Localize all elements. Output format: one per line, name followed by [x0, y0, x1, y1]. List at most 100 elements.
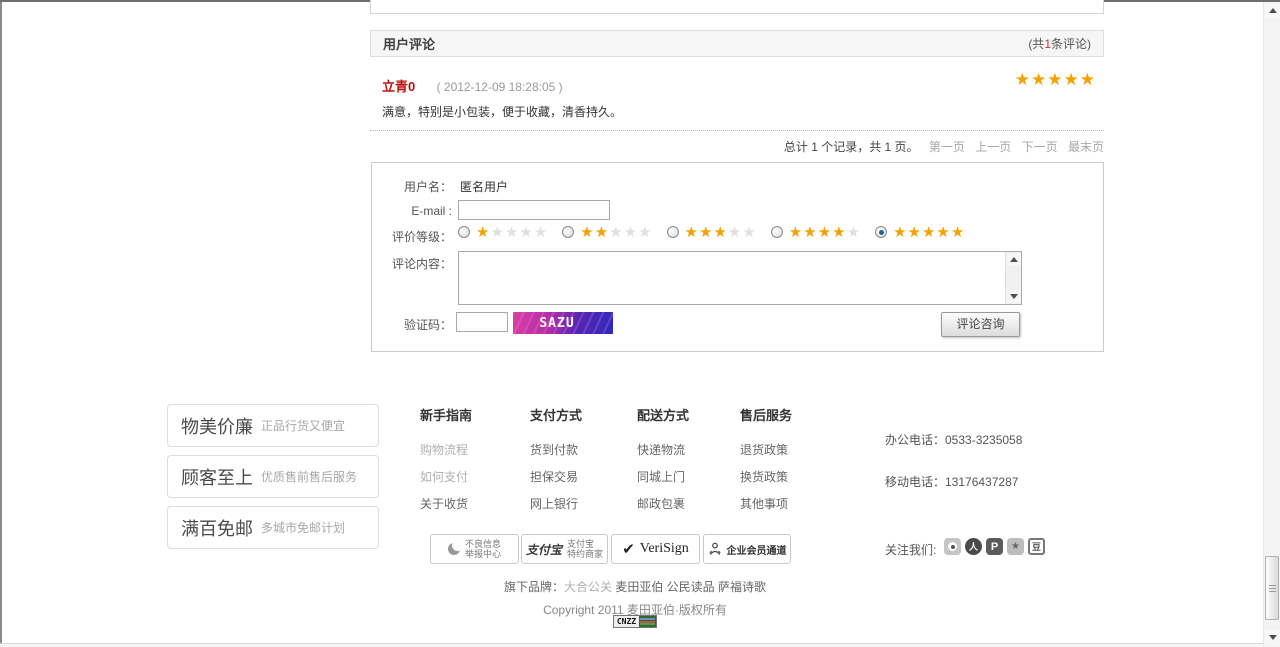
douban-icon[interactable]: 豆	[1028, 538, 1045, 555]
badge-alipay[interactable]: 支付宝 支付宝 特约商家	[521, 534, 608, 564]
captcha-image[interactable]: SAZU	[513, 312, 613, 334]
rating-options	[458, 223, 965, 241]
star-icon	[699, 224, 713, 241]
star-icon	[519, 224, 533, 241]
rating-radio-2[interactable]	[562, 226, 575, 238]
username-label: 用户名：	[403, 180, 452, 194]
comments-header: 用户评论 (共1条评论)	[370, 30, 1104, 57]
comment-form: 用户名： 匿名用户 E-mail : 评价等级： 评论内容：	[371, 162, 1104, 352]
sub-brands-line: 旗下品牌：大合公关 麦田亚伯 公民读品 萨福诗歌	[420, 578, 850, 595]
weibo-icon[interactable]	[944, 538, 961, 555]
alipay-logo-icon: 支付宝	[525, 542, 562, 557]
rating-label: 评价等级：	[391, 230, 452, 244]
rating-option-5[interactable]	[875, 223, 965, 241]
brand-links[interactable]: 麦田亚伯 公民读品 萨福诗歌	[615, 580, 766, 594]
star-icon	[893, 224, 907, 241]
star-icon	[490, 224, 504, 241]
mobile-phone: 移动电话：13176437287	[885, 475, 1019, 489]
badge-report-center[interactable]: 不良信息 举报中心	[430, 534, 519, 564]
star-icon	[624, 224, 638, 241]
star-icon	[1031, 70, 1047, 89]
comments-title: 用户评论	[383, 37, 436, 52]
content-label: 评论内容：	[391, 257, 452, 271]
scroll-up-button[interactable]	[1265, 3, 1280, 18]
submit-comment-button[interactable]: 评论咨询	[941, 312, 1020, 337]
star-icon	[847, 224, 861, 241]
footer-link[interactable]: 担保交易	[530, 464, 582, 491]
textarea-scrollbar[interactable]	[1005, 252, 1021, 304]
brand-link[interactable]: 大合公关	[564, 580, 612, 594]
star-icon	[936, 224, 950, 241]
person-icon	[708, 542, 721, 555]
star-icon	[742, 224, 756, 241]
arrow-up-icon	[1268, 8, 1277, 13]
pagination-prev[interactable]: 上一页	[975, 140, 1011, 154]
review-header: 立青0 ( 2012-12-09 18:28:05 )	[382, 76, 563, 95]
footer-col-guide: 新手指南 购物流程 如何支付 关于收货	[420, 405, 472, 518]
star-icon	[832, 224, 846, 241]
star-icon	[951, 224, 965, 241]
email-field[interactable]	[458, 200, 610, 220]
scroll-down-button[interactable]	[1265, 630, 1280, 645]
office-phone: 办公电话：0533-3235058	[885, 433, 1023, 447]
vertical-scrollbar[interactable]	[1263, 2, 1280, 647]
star-icon	[534, 224, 548, 241]
window-left-edge	[0, 2, 2, 644]
star-icon	[818, 224, 832, 241]
footer-link[interactable]: 货到付款	[530, 437, 582, 464]
rating-option-2[interactable]	[562, 223, 653, 241]
comments-count: (共1条评论)	[1028, 37, 1091, 51]
badge-verisign[interactable]: ✔ VeriSign	[611, 534, 700, 564]
footer-link[interactable]: 退货政策	[740, 437, 792, 464]
footer-link[interactable]: 购物流程	[420, 437, 472, 464]
captcha-input[interactable]	[456, 312, 508, 332]
star-icon	[908, 224, 922, 241]
social-icons: 人 P ★ 豆	[944, 538, 1045, 555]
footer-link[interactable]: 换货政策	[740, 464, 792, 491]
rating-option-4[interactable]	[770, 223, 861, 241]
follow-us-label: 关注我们:	[885, 543, 937, 557]
footer-link[interactable]: 同城上门	[637, 464, 689, 491]
pagination-last[interactable]: 最末页	[1068, 140, 1104, 154]
review-divider	[370, 130, 1104, 131]
feature-boxes: 物美价廉 正品行货又便宜 顾客至上 优质售前售后服务 满百免邮 多城市免邮计划	[167, 404, 379, 557]
footer-link[interactable]: 如何支付	[420, 464, 472, 491]
review-author: 立青0	[382, 79, 416, 94]
previous-section-box-bottom	[370, 0, 1104, 14]
cnzz-flag-icon	[639, 616, 657, 627]
footer-col-aftersale: 售后服务 退货政策 换货政策 其他事项	[740, 405, 792, 518]
rating-radio-3[interactable]	[666, 226, 679, 238]
footer-link[interactable]: 网上银行	[530, 491, 582, 518]
footer-link[interactable]: 其他事项	[740, 491, 792, 518]
footer-link[interactable]: 邮政包裹	[637, 491, 689, 518]
pagination-next[interactable]: 下一页	[1022, 140, 1058, 154]
qzone-icon[interactable]: ★	[1007, 538, 1024, 555]
rating-radio-1[interactable]	[458, 226, 470, 238]
contact-phones: 办公电话：0533-3235058 移动电话：13176437287	[885, 431, 1022, 490]
pengyou-icon[interactable]: P	[986, 538, 1003, 555]
scrollbar-thumb[interactable]	[1265, 556, 1279, 620]
star-icon	[609, 224, 623, 241]
check-icon: ✔	[622, 541, 635, 558]
star-icon	[1080, 70, 1096, 89]
star-icon	[713, 224, 727, 241]
pagination: 总计 1 个记录，共 1 页。 第一页 上一页 下一页 最末页	[370, 138, 1104, 155]
feature-box-quality: 物美价廉 正品行货又便宜	[167, 404, 379, 447]
rating-radio-5-selected[interactable]	[875, 226, 888, 238]
arrow-down-icon	[1268, 635, 1277, 640]
cnzz-counter-badge[interactable]: CNZZ	[612, 615, 658, 628]
brands-label: 旗下品牌：	[503, 580, 564, 594]
pagination-first[interactable]: 第一页	[929, 140, 965, 154]
comment-textarea[interactable]	[459, 252, 1021, 304]
footer-link[interactable]: 快递物流	[637, 437, 689, 464]
star-icon	[1064, 70, 1080, 89]
rating-radio-4[interactable]	[770, 226, 783, 238]
rating-option-3[interactable]	[666, 223, 757, 241]
badge-enterprise-member[interactable]: 企业会员通道	[703, 534, 791, 564]
feature-box-service: 顾客至上 优质售前售后服务	[167, 455, 379, 498]
footer-col-payment: 支付方式 货到付款 担保交易 网上银行	[530, 405, 582, 518]
footer-col-delivery: 配送方式 快递物流 同城上门 邮政包裹	[637, 405, 689, 518]
rating-option-1[interactable]	[458, 223, 548, 241]
renren-icon[interactable]: 人	[965, 538, 982, 555]
footer-link[interactable]: 关于收货	[420, 491, 472, 518]
